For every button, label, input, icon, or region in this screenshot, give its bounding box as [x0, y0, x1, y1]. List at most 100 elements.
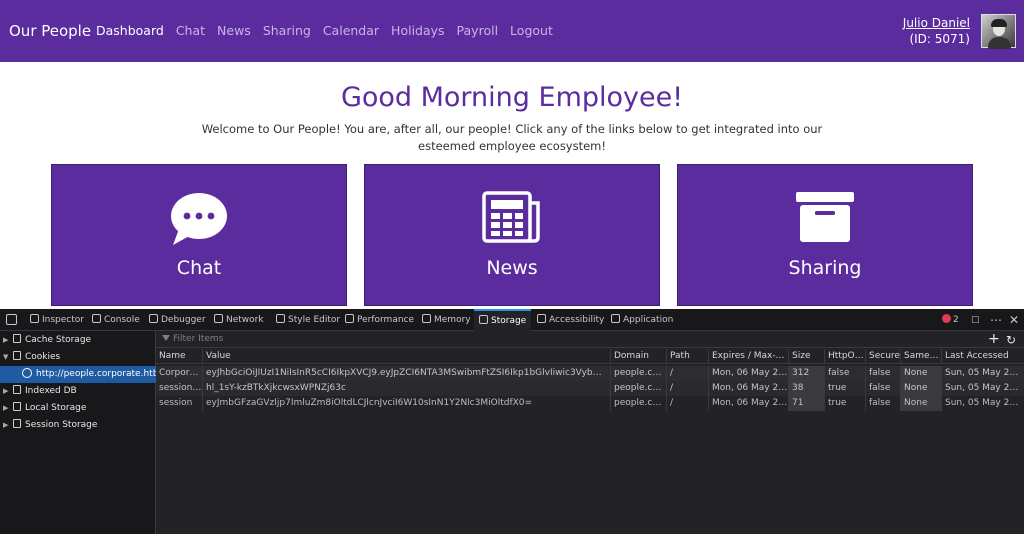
error-count-badge[interactable]: 2 — [942, 309, 959, 331]
user-name-link[interactable]: Julio Daniel — [903, 15, 970, 31]
filter-input[interactable]: Filter Items — [162, 333, 962, 346]
table-row[interactable]: session.sig hl_1sY-kzBTkXjkcwsxWPNZj63c … — [156, 381, 1024, 396]
cookie-last-accessed: Sun, 05 May 2024 1... — [941, 381, 1024, 396]
nav-link-news[interactable]: News — [217, 23, 251, 38]
more-options-icon[interactable]: ⋯ — [990, 309, 1002, 331]
cookie-secure: false — [865, 366, 900, 381]
tab-accessibility[interactable]: Accessibility — [537, 309, 604, 331]
column-header[interactable]: Last Accessed — [941, 349, 1024, 364]
cookie-samesite: None — [900, 396, 941, 411]
card-label: Sharing — [788, 257, 862, 279]
cookie-httponly: true — [824, 381, 865, 396]
cookie-size: 71 — [788, 396, 824, 411]
tree-local-storage[interactable]: ▶ Local Storage — [0, 400, 156, 417]
cookie-value[interactable]: hl_1sY-kzBTkXjkcwsxWPNZj63c — [202, 381, 610, 396]
top-navbar: Our People Dashboard Chat News Sharing C… — [0, 0, 1024, 62]
nav-link-holidays[interactable]: Holidays — [391, 23, 445, 38]
column-header[interactable]: Path — [666, 349, 708, 364]
nav-link-chat[interactable]: Chat — [176, 23, 205, 38]
cookie-name[interactable]: session — [156, 396, 202, 411]
tree-indexed-db[interactable]: ▶ Indexed DB — [0, 383, 156, 400]
column-header[interactable]: Domain — [610, 349, 666, 364]
cookie-name[interactable]: Corporat... — [156, 366, 202, 381]
cookie-expires[interactable]: Mon, 06 May 2024 ... — [708, 381, 788, 396]
cookie-size: 38 — [788, 381, 824, 396]
filter-icon — [162, 335, 170, 342]
welcome-text: Welcome to Our People! You are, after al… — [201, 122, 823, 153]
tab-style-editor[interactable]: Style Editor — [276, 309, 340, 331]
cookie-value[interactable]: eyJhbGciOiJIUzI1NiIsInR5cCI6IkpXVCJ9.eyJ… — [202, 366, 610, 381]
column-header[interactable]: Expires / Max-Age — [708, 349, 788, 364]
cookie-domain[interactable]: people.corp... — [610, 381, 666, 396]
cookie-path[interactable]: / — [666, 366, 708, 381]
cookie-value[interactable]: eyJmbGFzaGVzIjp7ImluZm8iOltdLCJlcnJvciI6… — [202, 396, 610, 411]
nav-link-payroll[interactable]: Payroll — [457, 23, 499, 38]
card-label: Chat — [176, 257, 222, 279]
nav-links: Dashboard Chat News Sharing Calendar Hol… — [96, 23, 565, 38]
card-chat[interactable]: Chat — [51, 164, 347, 306]
tab-inspector[interactable]: Inspector — [30, 309, 84, 331]
nav-link-dashboard[interactable]: Dashboard — [96, 23, 164, 38]
column-header[interactable]: Size — [788, 349, 824, 364]
accessibility-icon — [537, 314, 546, 323]
style-editor-icon — [276, 314, 285, 323]
tab-console[interactable]: Console — [92, 309, 140, 331]
devtools-panel: Inspector Console Debugger Network Style… — [0, 309, 1024, 534]
cookie-secure: false — [865, 381, 900, 396]
debugger-icon — [149, 314, 158, 323]
tree-session-storage[interactable]: ▶ Session Storage — [0, 417, 156, 434]
brand-logo[interactable]: Our People — [9, 22, 91, 40]
card-news[interactable]: News — [364, 164, 660, 306]
element-picker-icon[interactable] — [6, 314, 17, 325]
cookie-domain[interactable]: people.corp... — [610, 366, 666, 381]
tab-debugger[interactable]: Debugger — [149, 309, 206, 331]
card-sharing[interactable]: Sharing — [677, 164, 973, 306]
storage-icon — [13, 385, 21, 394]
page-title: Good Morning Employee! — [340, 82, 684, 113]
cookie-last-accessed: Sun, 05 May 2024 1... — [941, 396, 1024, 411]
column-header[interactable]: HttpOnly — [824, 349, 865, 364]
column-header[interactable]: Name — [156, 349, 202, 364]
cookie-expires[interactable]: Mon, 06 May 2024 ... — [708, 366, 788, 381]
network-icon — [214, 314, 223, 323]
card-label: News — [486, 257, 538, 279]
column-header[interactable]: SameSite — [900, 349, 941, 364]
table-header: Name Value Domain Path Expires / Max-Age… — [156, 349, 1024, 364]
storage-sidebar: ▶ Cache Storage ▼ Cookies http://people.co… — [0, 331, 158, 534]
nav-link-sharing[interactable]: Sharing — [263, 23, 311, 38]
tree-cookies[interactable]: ▼ Cookies — [0, 349, 156, 366]
avatar[interactable] — [981, 14, 1016, 49]
chat-bubble-icon — [171, 193, 227, 245]
tree-cookie-host[interactable]: http://people.corporate.htb — [0, 366, 158, 383]
storage-icon — [13, 351, 21, 360]
close-icon[interactable]: ✕ — [1009, 309, 1019, 331]
tab-application[interactable]: Application — [611, 309, 673, 331]
archive-box-icon — [796, 192, 854, 242]
error-icon — [942, 314, 951, 323]
tab-memory[interactable]: Memory — [422, 309, 471, 331]
devtools-toolbar: Inspector Console Debugger Network Style… — [0, 309, 1024, 331]
tab-network[interactable]: Network — [214, 309, 264, 331]
nav-link-calendar[interactable]: Calendar — [323, 23, 379, 38]
cookie-httponly: false — [824, 366, 865, 381]
performance-icon — [345, 314, 354, 323]
nav-link-logout[interactable]: Logout — [510, 23, 553, 38]
column-header[interactable]: Value — [202, 349, 610, 364]
storage-icon — [13, 334, 21, 343]
add-item-button[interactable]: + — [988, 331, 1000, 347]
cookie-path[interactable]: / — [666, 396, 708, 411]
cookie-samesite: None — [900, 381, 941, 396]
cookie-expires[interactable]: Mon, 06 May 2024 ... — [708, 396, 788, 411]
refresh-icon[interactable]: ↻ — [1006, 332, 1016, 348]
cookie-domain[interactable]: people.corp... — [610, 396, 666, 411]
cookie-name[interactable]: session.sig — [156, 381, 202, 396]
tab-performance[interactable]: Performance — [345, 309, 414, 331]
newspaper-icon — [482, 191, 540, 243]
tree-cache-storage[interactable]: ▶ Cache Storage — [0, 332, 156, 349]
table-row[interactable]: session eyJmbGFzaGVzIjp7ImluZm8iOltdLCJl… — [156, 396, 1024, 411]
cookie-path[interactable]: / — [666, 381, 708, 396]
tab-storage[interactable]: Storage — [474, 309, 532, 331]
column-header[interactable]: Secure — [865, 349, 900, 364]
responsive-design-icon[interactable]: ▢ — [971, 309, 980, 331]
table-row[interactable]: Corporat... eyJhbGciOiJIUzI1NiIsInR5cCI6… — [156, 366, 1024, 381]
